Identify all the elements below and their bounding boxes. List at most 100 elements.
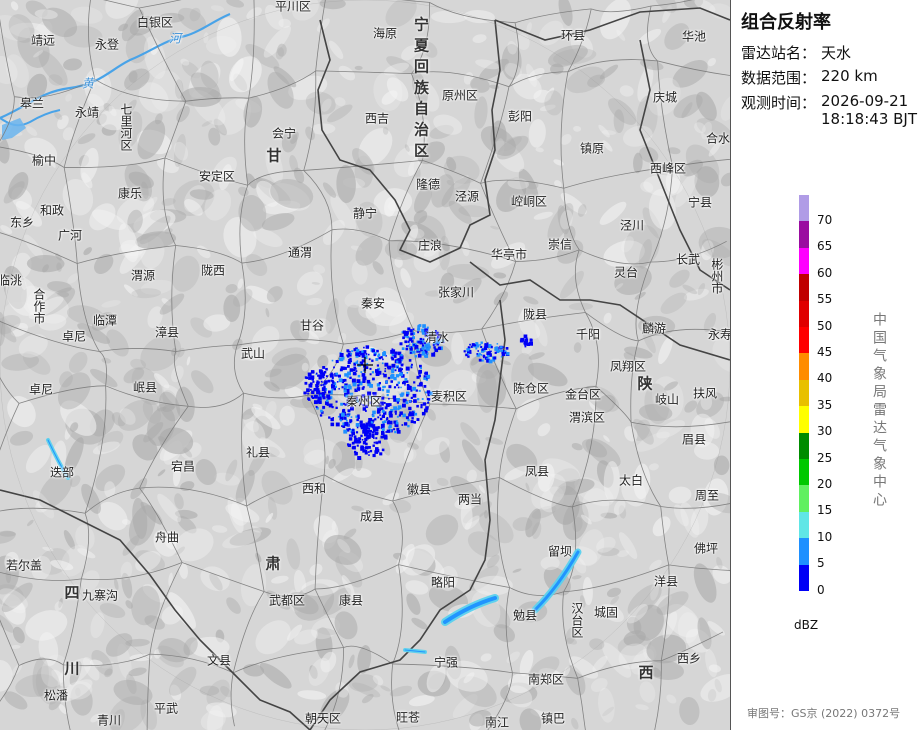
legend-swatch-15 xyxy=(799,485,809,513)
place-label: 东乡 xyxy=(9,215,35,230)
place-label: 南江 xyxy=(484,715,510,730)
province-label: 宁夏回族自治区 xyxy=(412,16,430,164)
place-label: 永靖 xyxy=(74,105,100,120)
place-label: 九寨沟 xyxy=(81,588,119,603)
legend-label-15: 15 xyxy=(817,503,833,518)
place-label: 旺苍 xyxy=(395,710,421,725)
place-label: 文县 xyxy=(206,653,232,668)
legend-swatch-70 xyxy=(799,195,809,222)
place-label: 眉县 xyxy=(681,432,707,447)
organization-label: 中国气象局雷达气象中心 xyxy=(871,312,887,510)
place-label: 华池 xyxy=(681,29,707,44)
legend-swatch-35 xyxy=(799,379,809,407)
legend-label-25: 25 xyxy=(817,450,833,465)
station-row: 雷达站名： 天水 xyxy=(741,42,851,63)
place-label: 卓尼 xyxy=(61,329,87,344)
place-label: 临潭 xyxy=(92,313,118,328)
place-label: 华亭市 xyxy=(490,247,528,262)
place-label: 彭阳 xyxy=(507,109,533,124)
place-label: 康乐 xyxy=(117,186,143,201)
place-label: 渭滨区 xyxy=(568,410,606,425)
place-label: 扶风 xyxy=(692,386,718,401)
place-label: 合作市 xyxy=(31,288,46,324)
place-label: 渭源 xyxy=(130,268,156,283)
place-label: 合水 xyxy=(705,131,730,146)
place-label: 千阳 xyxy=(575,327,601,342)
place-label: 麦积区 xyxy=(430,389,468,404)
river-label: 黄 xyxy=(81,76,95,91)
radar-map[interactable]: 平川区 白银区 靖远 永登 皋兰 永靖 七里河区 榆中 东乡 和政 广河 康乐 临洮 合作市 卓尼 临潭 渭源漳… xyxy=(0,0,730,730)
place-label: 彬州市 xyxy=(709,258,724,294)
place-label: 庄浪 xyxy=(417,238,443,253)
place-label: 宁强 xyxy=(433,655,459,670)
place-label: 卓尼 xyxy=(28,382,54,397)
place-label: 松潘 xyxy=(43,688,69,703)
place-label: 金台区 xyxy=(564,387,602,402)
place-label: 西吉 xyxy=(364,111,390,126)
place-label: 勉县 xyxy=(512,608,538,623)
legend-label-30: 30 xyxy=(817,424,833,439)
range-key: 数据范围： xyxy=(741,69,817,87)
place-label: 平川区 xyxy=(274,0,312,14)
station-value: 天水 xyxy=(821,44,852,62)
place-label: 宕昌 xyxy=(170,459,196,474)
legend-label-55: 55 xyxy=(817,292,833,307)
range-value: 220 km xyxy=(821,67,878,85)
province-label: 陕 xyxy=(637,374,653,393)
legend-label-35: 35 xyxy=(817,397,833,412)
place-label: 镇原 xyxy=(579,141,605,156)
place-label: 成县 xyxy=(359,509,385,524)
place-label: 长武 xyxy=(675,252,701,267)
place-label: 张家川 xyxy=(437,285,475,300)
place-label: 和政 xyxy=(39,203,65,218)
time-value-clock: 18:18:43 BJT xyxy=(821,110,918,128)
place-label: 佛坪 xyxy=(693,541,719,556)
legend-label-40: 40 xyxy=(817,371,833,386)
river-label: 河 xyxy=(168,31,182,46)
province-label: 甘 xyxy=(266,146,282,165)
place-label: 徽县 xyxy=(406,482,432,497)
place-label: 武山 xyxy=(240,346,266,361)
legend-label-65: 65 xyxy=(817,239,833,254)
legend-swatch-20 xyxy=(799,459,809,486)
place-label: 礼县 xyxy=(245,445,271,460)
place-label: 原州区 xyxy=(441,88,479,103)
place-label: 南郑区 xyxy=(527,672,565,687)
place-label: 洋县 xyxy=(653,574,679,589)
place-label: 岐山 xyxy=(654,392,680,407)
place-label: 镇巴 xyxy=(540,711,566,726)
place-label: 留坝 xyxy=(547,544,573,559)
legend-label-70: 70 xyxy=(817,213,833,228)
time-key: 观测时间： xyxy=(741,94,817,112)
place-label: 凤县 xyxy=(524,464,550,479)
place-label: 泾源 xyxy=(454,189,480,204)
info-panel: 组合反射率 雷达站名： 天水 数据范围： 220 km 观测时间： 2026-0… xyxy=(730,0,920,730)
place-label: 永寿 xyxy=(707,327,730,342)
legend-swatch-45 xyxy=(799,327,809,354)
place-label: 静宁 xyxy=(352,206,378,221)
legend-unit: dBZ xyxy=(794,618,819,632)
place-label: 漳县 xyxy=(154,325,180,340)
place-label: 宁县 xyxy=(687,195,713,210)
place-label: 西峰区 xyxy=(649,161,687,176)
place-label: 七里河区 xyxy=(118,103,133,151)
legend-label-50: 50 xyxy=(817,318,833,333)
place-label: 朝天区 xyxy=(304,711,342,726)
place-label: 青川 xyxy=(96,713,122,728)
place-label: 陇西 xyxy=(200,263,226,278)
station-key: 雷达站名： xyxy=(741,44,817,62)
place-label: 岷县 xyxy=(132,380,158,395)
place-label: 崇信 xyxy=(547,237,573,252)
legend-swatch-65 xyxy=(799,221,809,249)
place-label: 环县 xyxy=(560,28,586,43)
legend-swatch-10 xyxy=(799,511,809,539)
legend-swatch-0 xyxy=(799,564,809,592)
place-label: 汉台区 xyxy=(569,602,584,638)
province-label: 肃 xyxy=(265,554,281,573)
place-label: 清水 xyxy=(424,330,450,345)
place-label: 临洮 xyxy=(0,273,23,288)
legend-label-5: 5 xyxy=(817,556,825,571)
legend-swatch-40 xyxy=(799,353,809,381)
place-label: 太白 xyxy=(618,473,644,488)
legend-label-10: 10 xyxy=(817,529,833,544)
